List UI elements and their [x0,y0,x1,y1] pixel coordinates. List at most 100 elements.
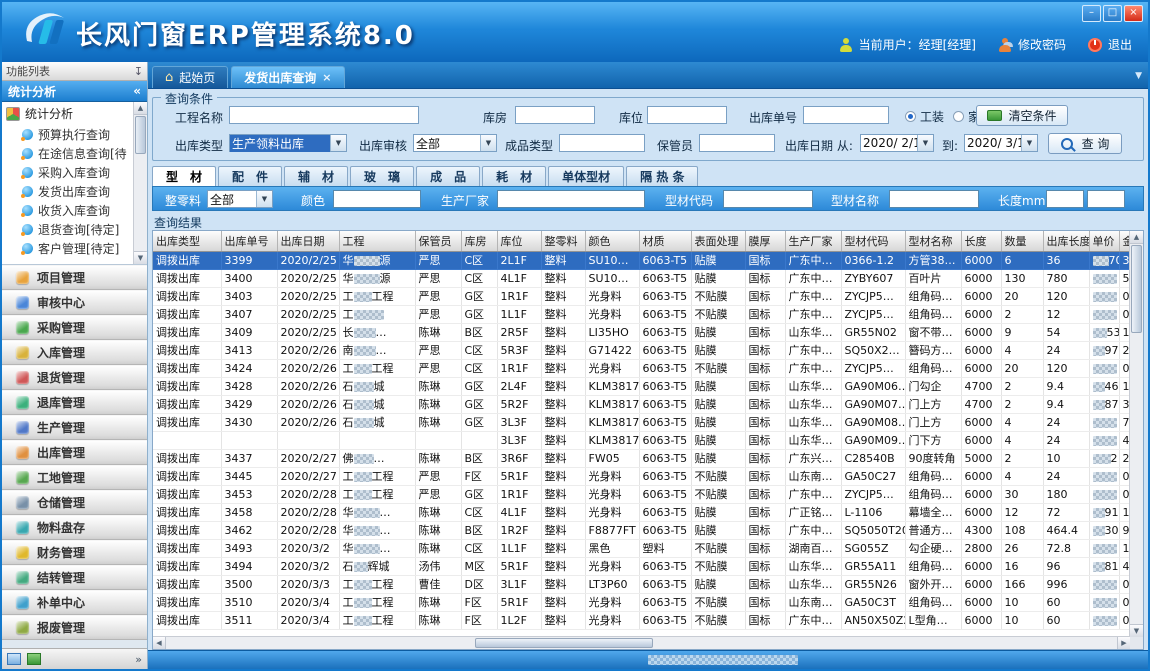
table-row[interactable]: 调拨出库34942020/3/2石辉城汤伟M区5R1F整料光身料6063-T5不… [153,558,1130,576]
table-row[interactable]: 调拨出库34292020/2/26石城陈琳G区5R2F整料KLM38176063… [153,396,1130,414]
table-row[interactable]: 调拨出库35002020/3/3工工程曹佳D区3L1F整料LT3P606063-… [153,576,1130,594]
table-row[interactable]: 3L3F整料KLM38176063-T5贴膜国标山东华…GA90M09…门下方6… [153,432,1130,450]
outbound-audit-select[interactable]: 全部 ▼ [413,134,497,152]
order-no-input[interactable] [803,106,889,124]
tab-list-dropdown-icon[interactable]: ▼ [1135,71,1142,81]
tree-item[interactable]: 收货入库查询 [2,201,147,220]
sidebar-accordion-item[interactable]: 补单中心 [2,590,147,615]
table-row[interactable]: 调拨出库34622020/2/28华…陈琳B区1R2F整料F8877FT6063… [153,522,1130,540]
column-header[interactable]: 数量 [1001,231,1043,252]
sidebar-accordion-item[interactable]: 工地管理 [2,465,147,490]
logout-link[interactable]: 退出 [1108,36,1132,53]
scroll-up-icon[interactable]: ▲ [134,102,147,115]
column-header[interactable]: 长度 [961,231,1001,252]
date-to-picker[interactable]: 2020/ 3/16 ▼ [964,134,1038,152]
material-tab[interactable]: 隔 热 条 [626,166,698,186]
product-type-input[interactable] [559,134,645,152]
scroll-left-icon[interactable]: ◀ [153,637,166,649]
table-row[interactable]: 调拨出库34452020/2/27工工程严思F区5R1F整料光身料6063-T5… [153,468,1130,486]
column-header[interactable]: 出库日期 [277,231,339,252]
sidebar-accordion-item[interactable]: 入库管理 [2,340,147,365]
search-button[interactable]: 查 询 [1048,133,1122,154]
tree-item[interactable]: 采购入库查询 [2,163,147,182]
column-header[interactable]: 型材代码 [841,231,905,252]
whole-piece-select[interactable]: 全部 ▼ [207,190,273,208]
sidebar-accordion-item[interactable]: 结转管理 [2,565,147,590]
sidebar-accordion-item[interactable]: 项目管理 [2,265,147,290]
table-row[interactable]: 调拨出库35112020/3/4工工程陈琳F区1L2F整料光身料6063-T5不… [153,612,1130,630]
column-header[interactable]: 型材名称 [905,231,961,252]
table-row[interactable]: 调拨出库34242020/2/26工工程严思C区1R1F整料光身料6063-T5… [153,360,1130,378]
column-header[interactable]: 表面处理 [691,231,745,252]
tree-root-statistics[interactable]: 统计分析 [2,102,147,125]
tree-scrollbar-thumb[interactable] [135,116,146,154]
scroll-down-icon[interactable]: ▼ [1130,624,1143,637]
grid-vertical-scrollbar[interactable]: ▲ ▼ [1129,231,1143,637]
maximize-button[interactable]: □ [1103,5,1122,22]
table-row[interactable]: 调拨出库34282020/2/26石城陈琳G区2L4F整料KLM38176063… [153,378,1130,396]
project-name-input[interactable] [229,106,419,124]
clear-conditions-button[interactable]: 清空条件 [976,105,1068,126]
scroll-right-icon[interactable]: ▶ [1117,637,1130,649]
column-header[interactable]: 颜色 [585,231,639,252]
horizontal-scroll-thumb[interactable] [475,638,653,648]
column-header[interactable]: 膜厚 [745,231,785,252]
sidebar-group-statistics[interactable]: 统计分析 « [2,81,147,102]
pin-icon[interactable]: ↧ [134,65,143,78]
table-row[interactable]: 调拨出库34302020/2/26石城陈琳G区3L3F整料KLM38176063… [153,414,1130,432]
chart-icon[interactable] [27,653,41,665]
keeper-input[interactable] [699,134,775,152]
tree-item[interactable]: 发货出库查询 [2,182,147,201]
table-row[interactable]: 调拨出库34932020/3/2华…陈琳C区1L1F整料黑色塑料不贴膜国标湖南百… [153,540,1130,558]
warehouse-input[interactable] [515,106,595,124]
color-input[interactable] [333,190,421,208]
radio-workwear[interactable]: 工装 [905,108,944,125]
length-min-input[interactable] [1046,190,1084,208]
overflow-chevron-icon[interactable]: » [135,653,142,666]
length-max-input[interactable] [1087,190,1125,208]
sidebar-accordion-item[interactable]: 财务管理 [2,540,147,565]
table-row[interactable]: 调拨出库34582020/2/28华…陈琳C区4L1F整料光身料6063-T5贴… [153,504,1130,522]
column-header[interactable]: 整零料 [541,231,585,252]
profile-code-input[interactable] [723,190,813,208]
column-header[interactable]: 工程 [339,231,415,252]
column-header[interactable]: 出库类型 [153,231,221,252]
change-password-link[interactable]: 修改密码 [1018,36,1066,53]
monitor-icon[interactable] [7,653,21,665]
minimize-button[interactable]: – [1082,5,1101,22]
table-row[interactable]: 调拨出库34532020/2/28工工程严思G区1R1F整料光身料6063-T5… [153,486,1130,504]
sidebar-accordion-item[interactable]: 审核中心 [2,290,147,315]
sidebar-accordion-item[interactable]: 仓储管理 [2,490,147,515]
tab-home[interactable]: ⌂ 起始页 [152,66,228,88]
material-tab[interactable]: 单体型材 [548,166,624,186]
scroll-up-icon[interactable]: ▲ [1130,231,1143,244]
column-header[interactable]: 库房 [461,231,497,252]
tab-close-icon[interactable]: × [322,71,331,84]
table-row[interactable]: 调拨出库35102020/3/4工工程陈琳F区5R1F整料光身料6063-T5不… [153,594,1130,612]
column-header[interactable]: 出库单号 [221,231,277,252]
outbound-type-select[interactable]: 生产领料出库 ▼ [229,134,347,152]
column-header[interactable]: 材质 [639,231,691,252]
table-row[interactable]: 调拨出库34032020/2/25工工程严思G区1R1F整料光身料6063-T5… [153,288,1130,306]
sidebar-accordion-item[interactable]: 生产管理 [2,415,147,440]
column-header[interactable]: 生产厂家 [785,231,841,252]
column-header[interactable]: 库位 [497,231,541,252]
sidebar-accordion-item[interactable]: 退库管理 [2,390,147,415]
material-tab[interactable]: 型 材 [152,166,216,186]
column-header[interactable]: 出库长度 [1043,231,1089,252]
table-row[interactable]: 调拨出库34002020/2/25华源严思C区4L1F整料SU10…6063-T… [153,270,1130,288]
date-from-picker[interactable]: 2020/ 2/16 ▼ [860,134,934,152]
material-tab[interactable]: 耗 材 [482,166,546,186]
material-tab[interactable]: 辅 材 [284,166,348,186]
maker-input[interactable] [497,190,645,208]
sidebar-accordion-item[interactable]: 报废管理 [2,615,147,640]
sidebar-accordion-item[interactable]: 出库管理 [2,440,147,465]
material-tab[interactable]: 配 件 [218,166,282,186]
column-header[interactable]: 单价 [1089,231,1119,252]
table-row[interactable]: 调拨出库33992020/2/25华源严思C区2L1F整料SU10…6063-T… [153,252,1130,270]
collapse-icon[interactable]: « [133,84,141,98]
material-tab[interactable]: 成 品 [416,166,480,186]
sidebar-accordion-item[interactable]: 物料盘存 [2,515,147,540]
column-header[interactable]: 保管员 [415,231,461,252]
tree-item[interactable]: 客户管理[待定] [2,239,147,258]
